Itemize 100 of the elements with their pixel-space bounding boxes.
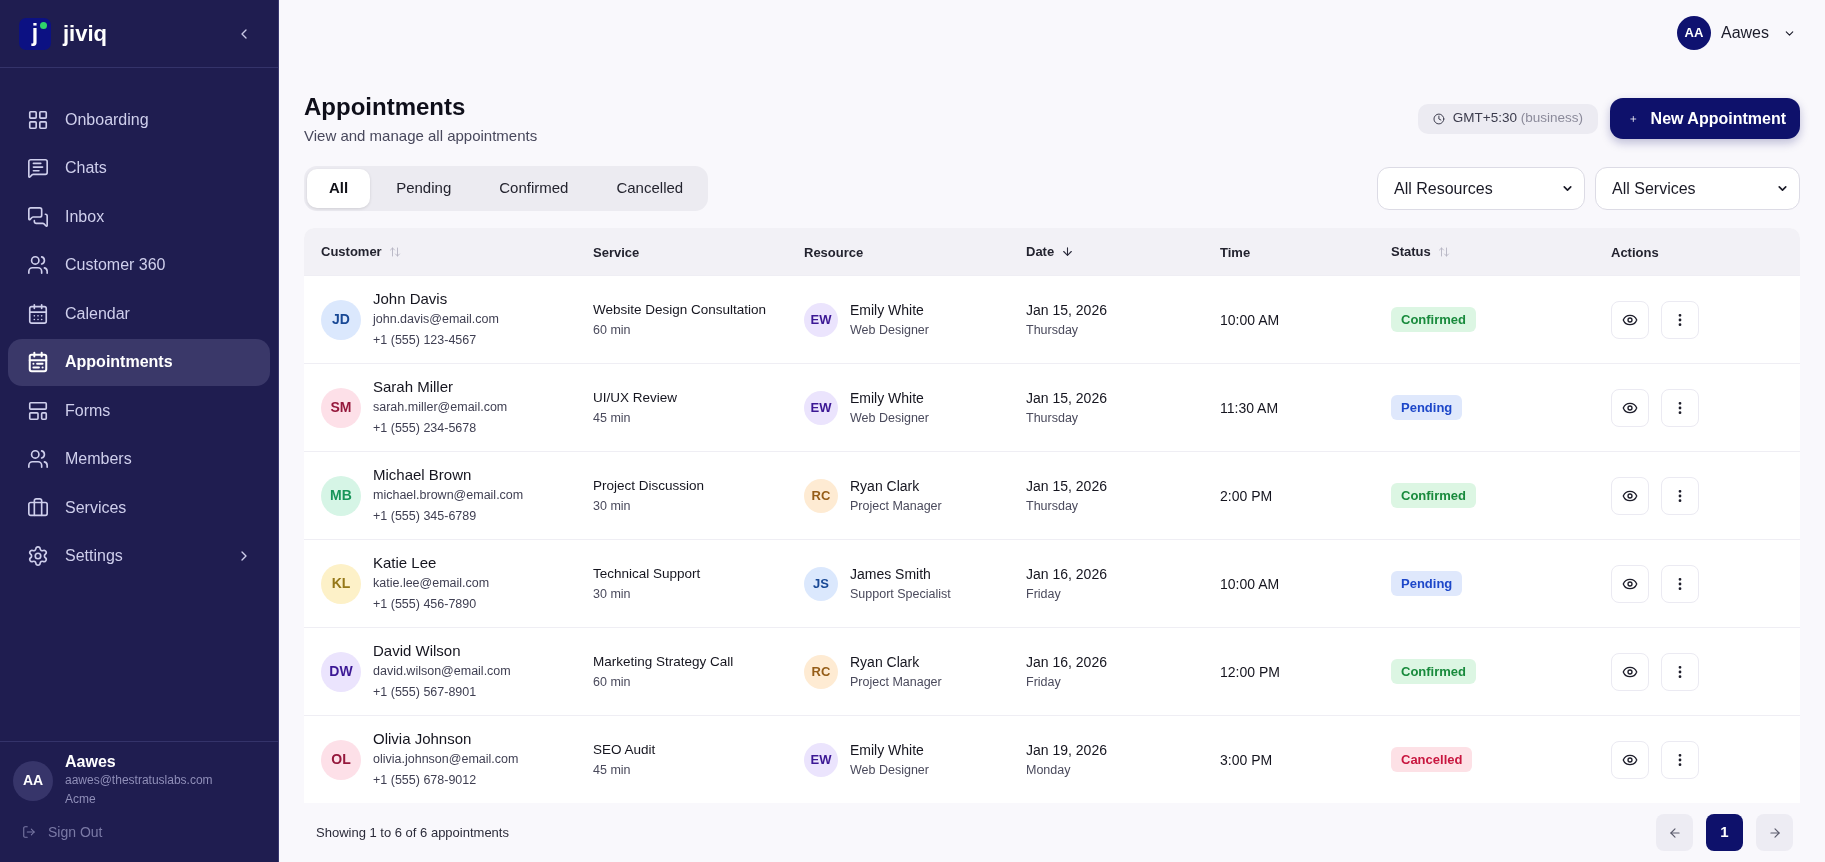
pagination-summary: Showing 1 to 6 of 6 appointments <box>316 823 509 842</box>
grid-icon <box>27 108 49 131</box>
settings-icon <box>27 545 49 567</box>
page-title: Appointments <box>304 92 467 122</box>
sort-icon <box>1437 245 1450 258</box>
tab[interactable]: Pending <box>374 169 474 208</box>
nav-item[interactable]: Settings <box>8 532 270 580</box>
filter-select[interactable]: All Resources <box>1377 167 1585 210</box>
resource-role: Web Designer <box>850 761 929 779</box>
customer-email: olivia.johnson@email.com <box>373 750 519 768</box>
column-header[interactable]: Date <box>1026 241 1075 262</box>
customer-phone: +1 (555) 234-5678 <box>373 419 478 437</box>
filter-select[interactable]: All Services <box>1595 167 1800 210</box>
tab[interactable]: Confirmed <box>477 169 591 208</box>
resource-role: Project Manager <box>850 497 942 515</box>
appointment-time: 11:30 AM <box>1220 399 1279 416</box>
appointment-date: Jan 15, 2026 <box>1026 476 1108 496</box>
status-badge: Pending <box>1391 395 1463 421</box>
column-header[interactable]: Customer <box>321 241 401 262</box>
resource-avatar: EW <box>804 742 838 777</box>
status-badge: Cancelled <box>1391 747 1473 773</box>
view-button[interactable] <box>1611 564 1649 603</box>
column-header: Time <box>1220 243 1251 262</box>
tab[interactable]: All <box>307 169 371 208</box>
resource-role: Web Designer <box>850 321 929 339</box>
appointment-time: 12:00 PM <box>1220 663 1280 680</box>
customer-email: katie.lee@email.com <box>373 574 490 592</box>
more-options-button[interactable] <box>1661 476 1699 515</box>
customer-name: David Wilson <box>373 640 462 661</box>
customer-avatar: SM <box>321 387 361 428</box>
more-options-button[interactable] <box>1661 564 1699 603</box>
sign-out-button[interactable]: Sign Out <box>13 822 103 842</box>
view-button[interactable] <box>1611 740 1649 779</box>
nav-item[interactable]: Members <box>8 435 270 483</box>
resource-role: Support Specialist <box>850 585 951 603</box>
appointment-time: 2:00 PM <box>1220 487 1273 504</box>
service-duration: 45 min <box>593 409 632 427</box>
service-duration: 45 min <box>593 761 632 779</box>
sign-out-icon <box>22 825 36 839</box>
service-name: Website Design Consultation <box>593 300 768 319</box>
nav-item[interactable]: Inbox <box>8 193 270 240</box>
user-menu[interactable]: Aawes <box>1720 21 1796 45</box>
resource-role: Web Designer <box>850 409 929 427</box>
user-organization: Acme <box>65 791 97 808</box>
appointment-time: 3:00 PM <box>1220 751 1273 768</box>
resource-name: Ryan Clark <box>850 652 921 672</box>
customer-name: Olivia Johnson <box>373 728 473 749</box>
resource-name: Emily White <box>850 388 925 408</box>
service-name: Project Discussion <box>593 476 706 495</box>
new-appointment-button[interactable]: New Appointment <box>1610 98 1800 139</box>
resource-avatar: JS <box>804 566 838 601</box>
view-button[interactable] <box>1611 300 1649 339</box>
more-options-button[interactable] <box>1661 388 1699 427</box>
service-duration: 60 min <box>593 321 632 339</box>
more-options-button[interactable] <box>1661 300 1699 339</box>
nav-item[interactable]: Forms <box>8 387 270 434</box>
column-header[interactable]: Status <box>1391 241 1450 262</box>
view-button[interactable] <box>1611 476 1649 515</box>
appointment-weekday: Thursday <box>1026 321 1080 339</box>
service-duration: 30 min <box>593 585 632 603</box>
people-icon <box>27 254 49 276</box>
column-header: Resource <box>804 243 864 262</box>
chat-bubbles-icon <box>27 205 49 228</box>
appointment-date: Jan 15, 2026 <box>1026 388 1108 408</box>
customer-phone: +1 (555) 123-4567 <box>373 331 478 349</box>
nav-item[interactable]: Services <box>8 484 270 531</box>
customer-phone: +1 (555) 456-7890 <box>373 595 478 613</box>
nav-item[interactable]: Calendar <box>8 290 270 337</box>
nav-item[interactable]: Onboarding <box>8 96 270 143</box>
tab[interactable]: Cancelled <box>594 169 706 208</box>
nav-item[interactable]: Customer 360 <box>8 241 270 289</box>
service-name: Marketing Strategy Call <box>593 652 735 671</box>
nav-item[interactable]: Chats <box>8 144 270 192</box>
service-duration: 30 min <box>593 497 632 515</box>
resource-role: Project Manager <box>850 673 942 691</box>
appointment-weekday: Thursday <box>1026 497 1080 515</box>
customer-avatar: KL <box>321 563 361 604</box>
view-button[interactable] <box>1611 652 1649 691</box>
customer-name: Sarah Miller <box>373 376 455 397</box>
customer-avatar: JD <box>321 299 361 340</box>
people-icon <box>27 448 49 470</box>
customer-email: john.davis@email.com <box>373 310 499 328</box>
status-badge: Pending <box>1391 571 1463 597</box>
more-options-button[interactable] <box>1661 740 1699 779</box>
appointment-date: Jan 15, 2026 <box>1026 300 1108 320</box>
appointment-date: Jan 19, 2026 <box>1026 740 1108 760</box>
appointment-date: Jan 16, 2026 <box>1026 564 1108 584</box>
more-options-button[interactable] <box>1661 652 1699 691</box>
customer-email: sarah.miller@email.com <box>373 398 508 416</box>
page-subtitle: View and manage all appointments <box>304 126 538 146</box>
briefcase-icon <box>27 496 49 519</box>
nav-item[interactable]: Appointments <box>8 338 270 386</box>
chat-icon <box>27 157 49 179</box>
sort-descending-icon <box>1061 245 1075 258</box>
page-button[interactable]: 1 <box>1706 814 1743 851</box>
layout-icon <box>27 399 49 422</box>
view-button[interactable] <box>1611 388 1649 427</box>
appointment-weekday: Monday <box>1026 761 1072 779</box>
status-badge: Confirmed <box>1391 307 1476 333</box>
status-badge: Confirmed <box>1391 483 1476 509</box>
